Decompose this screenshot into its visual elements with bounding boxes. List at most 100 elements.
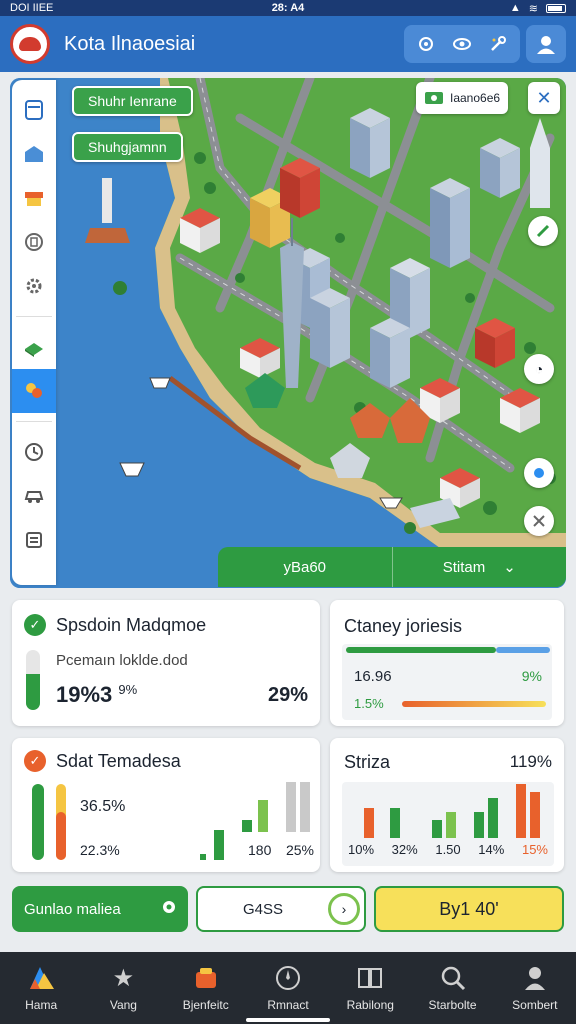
alert-check-icon: ✓ xyxy=(24,750,46,772)
tools-icon[interactable] xyxy=(482,29,514,59)
eye-icon[interactable] xyxy=(446,29,478,59)
nav-item-library[interactable]: Rabilong xyxy=(329,952,411,1024)
home-icon xyxy=(26,964,56,992)
station-value-suffix: 9% xyxy=(118,682,138,697)
document-icon[interactable] xyxy=(12,88,56,132)
level-gauge xyxy=(26,650,40,710)
trend-bar-blue xyxy=(496,647,550,653)
stats-label-1: 10% xyxy=(348,842,375,857)
app-bar: Kota Ilnaoesiai xyxy=(0,16,576,72)
location-icon[interactable] xyxy=(410,29,442,59)
star-icon: ★ xyxy=(112,964,135,992)
stats-title: Striza xyxy=(344,752,391,772)
app-logo[interactable] xyxy=(10,24,50,64)
search-icon xyxy=(440,964,466,992)
compass-icon xyxy=(275,964,301,992)
station-subtitle: Pcemaın loklde.dod xyxy=(56,652,188,669)
stats-label-4: 14% xyxy=(478,842,505,857)
check-icon: ✓ xyxy=(24,614,46,636)
nav-item-favorites[interactable]: ★ Vang xyxy=(82,952,164,1024)
nav-label-favorites: Vang xyxy=(109,998,137,1012)
target-icon xyxy=(162,900,176,918)
temperature-title: Sdat Temadesa xyxy=(56,750,181,771)
nav-label-profile: Sombert xyxy=(512,998,558,1012)
chevron-right-icon[interactable]: › xyxy=(328,893,360,925)
stats-label-3: 1.50 xyxy=(435,842,461,857)
list-icon[interactable] xyxy=(12,518,56,562)
stats-label-2: 32% xyxy=(391,842,418,857)
legend-icon xyxy=(424,89,444,108)
car-icon[interactable] xyxy=(12,474,56,518)
search-pill[interactable]: G4SS › xyxy=(196,886,366,932)
nav-item-search[interactable]: Starbolte xyxy=(411,952,493,1024)
clipboard-icon[interactable] xyxy=(12,220,56,264)
map-view-label: yBa60 xyxy=(283,558,327,576)
trend-row1-left: 16.96 xyxy=(354,668,392,685)
legend-label: Iaano6e6 xyxy=(450,91,501,105)
yellow-action-label: By1 40' xyxy=(439,898,499,919)
stats-headline: 119% xyxy=(509,752,552,771)
park-icon[interactable] xyxy=(12,325,56,369)
map-status-label: Stitam xyxy=(442,558,486,576)
wifi-icon: ≋ xyxy=(528,2,538,15)
book-icon xyxy=(357,964,383,992)
rotate-icon[interactable]: ◔ xyxy=(524,354,554,384)
tool-rail xyxy=(12,80,56,585)
nav-item-shop[interactable]: Bjenfeitc xyxy=(165,952,247,1024)
station-value-left: 19%3 xyxy=(56,682,113,707)
map-status-dropdown[interactable]: Stitam ⌄ xyxy=(393,547,567,587)
user-icon[interactable] xyxy=(526,25,566,63)
nav-label-search: Starbolte xyxy=(428,998,477,1012)
map-layer-chip-primary[interactable]: Shuhr Ienrane xyxy=(72,86,193,116)
bottom-navigation: Hama ★ Vang Bjenfeitc Rmnact Rabilong St… xyxy=(0,952,576,1024)
nav-label-compass: Rmnact xyxy=(267,998,309,1012)
trend-bar-green xyxy=(346,647,496,653)
stats-label-5: 15% xyxy=(521,842,548,857)
building-icon[interactable] xyxy=(12,132,56,176)
map-view-toggle[interactable]: yBa60 xyxy=(218,547,393,587)
station-title: Spsdoin Madqmoe xyxy=(56,614,207,635)
signal-icon: ▲ xyxy=(509,2,521,14)
temperature-label-x1: 180 xyxy=(248,842,272,858)
green-action-label: Gunlao maliea xyxy=(24,900,121,918)
battery-icon xyxy=(545,3,566,13)
yellow-action-button[interactable]: By1 40' xyxy=(374,886,564,932)
trend-row2-left: 1.5% xyxy=(354,696,384,711)
status-time: 28: A4 xyxy=(271,2,305,14)
compass-icon[interactable] xyxy=(528,216,558,246)
shop-icon xyxy=(194,964,218,992)
map-legend[interactable]: Iaano6e6 xyxy=(416,82,509,114)
status-bar: DOI IIEE 28: A4 ▲ ≋ xyxy=(0,0,576,16)
settings-icon[interactable] xyxy=(12,264,56,308)
nav-item-profile[interactable]: Sombert xyxy=(494,952,576,1024)
app-title: Kota Ilnaoesiai xyxy=(64,32,196,55)
profile-icon xyxy=(523,964,547,992)
temperature-value-a: 36.5% xyxy=(80,798,126,815)
shop-icon[interactable] xyxy=(12,176,56,220)
close-icon[interactable]: ✕ xyxy=(528,82,560,114)
city-map[interactable]: Shuhr Ienrane Shuhgjamnn Iaano6e6 ✕ ◔ xyxy=(10,78,566,588)
home-indicator xyxy=(246,1018,330,1022)
trend-card[interactable]: Ctaney joriesis 16.96 9% 1.5% xyxy=(330,600,564,726)
trend-gradient-bar xyxy=(402,701,546,707)
search-pill-label: G4SS xyxy=(242,900,284,918)
green-action-button[interactable]: Gunlao maliea xyxy=(12,886,188,932)
layers-icon[interactable] xyxy=(524,506,554,536)
nav-item-compass[interactable]: Rmnact xyxy=(247,952,329,1024)
history-icon[interactable] xyxy=(12,430,56,474)
trend-row1-right: 9% xyxy=(521,668,542,684)
poi-icon[interactable] xyxy=(12,369,56,413)
map-bottom-bar: yBa60 Stitam ⌄ xyxy=(218,547,566,587)
temperature-value-b: 22.3% xyxy=(80,842,120,858)
status-carrier: DOI IIEE xyxy=(10,2,54,14)
chevron-down-icon: ⌄ xyxy=(503,559,516,576)
nav-label-home: Hama xyxy=(25,998,58,1012)
stats-card[interactable]: Striza 119% 10% 32% 1.50 14% 15% xyxy=(330,738,564,872)
station-card[interactable]: ✓ Spsdoin Madqmoe Pcemaın loklde.dod 19%… xyxy=(12,600,320,726)
nav-label-library: Rabilong xyxy=(346,998,394,1012)
map-layer-chip-secondary[interactable]: Shuhgjamnn xyxy=(72,132,183,162)
nav-label-shop: Bjenfeitc xyxy=(182,998,229,1012)
user-location-icon[interactable] xyxy=(524,458,554,488)
nav-item-home[interactable]: Hama xyxy=(0,952,82,1024)
temperature-card[interactable]: ✓ Sdat Temadesa 36.5% 22.3% 180 25% xyxy=(12,738,320,872)
